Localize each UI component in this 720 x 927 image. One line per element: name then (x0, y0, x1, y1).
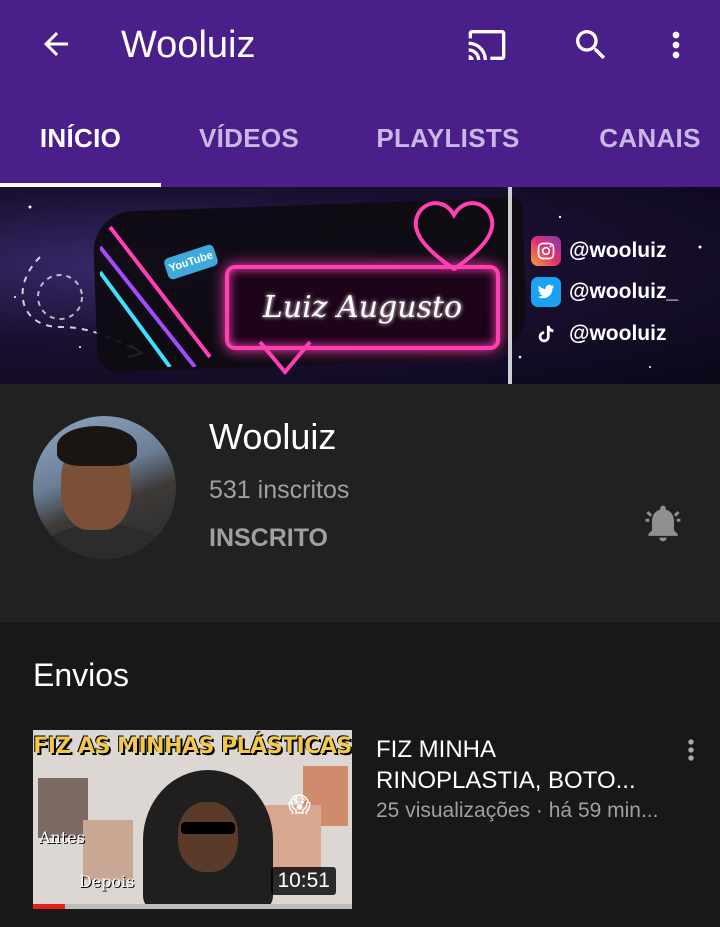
channel-tabs: INÍCIO VÍDEOS PLAYLISTS CANAIS (0, 90, 720, 187)
twitter-icon (531, 277, 561, 307)
channel-banner: YouTube Luiz Augusto @wooluiz @wooluiz_ … (0, 187, 720, 384)
channel-avatar[interactable] (33, 416, 176, 559)
watch-progress-fill (33, 904, 65, 909)
channel-name: Wooluiz (209, 416, 337, 457)
cast-icon[interactable] (462, 20, 512, 70)
tiktok-icon (531, 319, 561, 349)
social-instagram: @wooluiz (531, 234, 666, 268)
thumbnail-label-antes: Antes (39, 828, 85, 847)
video-meta: 25 visualizações · há 59 min... (376, 799, 659, 822)
tiktok-handle: @wooluiz (569, 322, 667, 345)
instagram-handle: @wooluiz (569, 239, 667, 262)
app-bar: Wooluiz (0, 0, 720, 90)
uploads-section: Envios FIZ AS MINHAS PLÁSTICAS Antes Dep… (0, 622, 720, 927)
thumbnail-headline: FIZ AS MINHAS PLÁSTICAS (33, 734, 352, 759)
speech-tail (258, 340, 312, 376)
video-more-vert-icon[interactable] (675, 730, 707, 770)
more-vert-icon[interactable] (651, 20, 701, 70)
back-arrow-icon[interactable] (34, 22, 78, 66)
social-tiktok: @wooluiz (531, 317, 666, 351)
thumbnail-sunglasses (181, 822, 235, 834)
app-bar-title: Wooluiz (121, 24, 256, 66)
subscriber-count: 531 inscritos (209, 476, 350, 504)
tab-canais[interactable]: CANAIS (580, 90, 720, 187)
thumbnail-face (178, 802, 238, 872)
social-twitter: @wooluiz_ (531, 275, 678, 309)
channel-header: Wooluiz 531 inscritos INSCRITO (0, 384, 720, 622)
twitter-handle: @wooluiz_ (569, 280, 679, 303)
avatar-hair (57, 426, 137, 466)
notification-bell-icon[interactable] (638, 498, 688, 548)
uploads-title: Envios (33, 657, 130, 693)
thumbnail-label-depois: Depois (79, 872, 135, 891)
video-title-line2: RINOPLASTIA, BOTO... (376, 767, 636, 794)
instagram-icon (531, 236, 561, 266)
neon-stripes (100, 225, 212, 367)
shocked-emoji-icon: 😱 (288, 792, 311, 817)
video-title[interactable]: FIZ MINHA RINOPLASTIA, BOTO... (376, 734, 676, 796)
thumbnail-after-photo (83, 820, 133, 880)
tab-playlists[interactable]: PLAYLISTS (360, 90, 536, 187)
tab-videos[interactable]: VÍDEOS (174, 90, 324, 187)
search-icon[interactable] (566, 20, 616, 70)
heart-icon (413, 201, 495, 272)
video-title-line1: FIZ MINHA (376, 736, 496, 763)
video-thumbnail[interactable]: FIZ AS MINHAS PLÁSTICAS Antes Depois 😱 1… (33, 730, 352, 909)
video-duration: 10:51 (271, 867, 336, 895)
banner-divider (508, 187, 512, 384)
tab-inicio[interactable]: INÍCIO (0, 90, 161, 187)
watch-progress-bar (33, 904, 352, 909)
subscribed-button[interactable]: INSCRITO (209, 524, 328, 553)
banner-name: Luiz Augusto (262, 290, 463, 325)
